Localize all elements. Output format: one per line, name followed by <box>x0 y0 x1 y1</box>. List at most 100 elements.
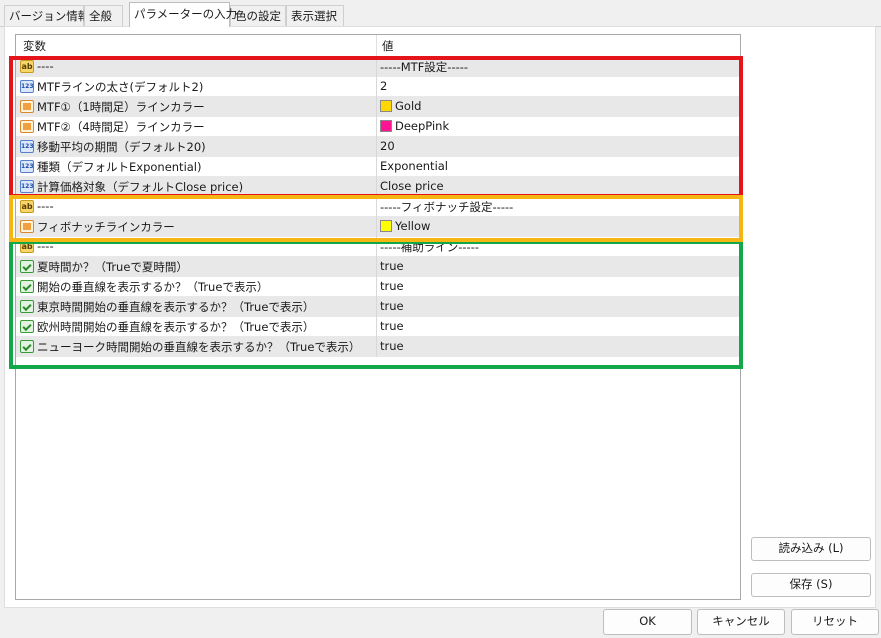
parameter-name: ---- <box>37 199 54 213</box>
column-separator[interactable] <box>376 35 377 56</box>
tab-display-select[interactable]: 表示選択 <box>286 5 344 26</box>
parameter-value[interactable]: 2 <box>380 79 387 93</box>
parameter-name: 夏時間か？（Trueで夏時間） <box>37 260 188 274</box>
parameter-value-text: true <box>380 339 404 353</box>
parameter-value-text: -----MTF設定----- <box>380 60 469 74</box>
parameter-row[interactable]: フィボナッチラインカラー Yellow <box>16 217 740 237</box>
cell-separator <box>376 97 377 117</box>
parameter-value[interactable]: Yellow <box>380 219 430 233</box>
parameter-value[interactable]: true <box>380 339 404 353</box>
parameter-row[interactable]: 123 MTFラインの太さ(デフォルト2) 2 <box>16 77 740 97</box>
cancel-button[interactable]: キャンセル <box>697 609 785 635</box>
cell-separator <box>376 297 377 317</box>
grid-header: 変数 値 <box>16 35 740 57</box>
color-swatch <box>380 100 392 112</box>
color-swatch <box>380 220 392 232</box>
boolean-type-icon <box>20 260 34 273</box>
parameter-name: 移動平均の期間（デフォルト20) <box>37 140 206 154</box>
parameter-value[interactable]: Close price <box>380 179 444 193</box>
parameter-value-text: true <box>380 279 404 293</box>
cell-separator <box>376 57 377 77</box>
parameter-name: MTFラインの太さ(デフォルト2) <box>37 80 204 94</box>
parameter-value-text: true <box>380 259 404 273</box>
cell-separator <box>376 257 377 277</box>
tab-input-parameters[interactable]: パラメーターの入力 <box>129 2 237 27</box>
boolean-type-icon <box>20 280 34 293</box>
cell-separator <box>376 277 377 297</box>
parameter-value-text: 2 <box>380 79 388 93</box>
parameter-row[interactable]: ab ---- -----補助ライン----- <box>16 237 740 257</box>
parameter-value-text: Yellow <box>395 219 431 233</box>
column-header-variable[interactable]: 変数 <box>23 38 46 54</box>
parameter-value[interactable]: -----補助ライン----- <box>380 239 479 255</box>
parameter-row[interactable]: ab ---- -----MTF設定----- <box>16 57 740 77</box>
cell-separator <box>376 317 377 337</box>
parameter-value-text: Exponential <box>380 159 449 173</box>
cell-separator <box>376 217 377 237</box>
parameter-value[interactable]: -----MTF設定----- <box>380 59 468 75</box>
tab-general[interactable]: 全般 <box>84 5 123 26</box>
parameter-value[interactable]: true <box>380 259 404 273</box>
ok-button[interactable]: OK <box>603 609 692 635</box>
parameter-name: MTF②（4時間足）ラインカラー <box>37 120 205 134</box>
parameter-value[interactable]: 20 <box>380 139 395 153</box>
color-swatch <box>380 120 392 132</box>
parameter-row[interactable]: ab ---- -----フィボナッチ設定----- <box>16 197 740 217</box>
parameter-value-text: true <box>380 299 404 313</box>
cell-separator <box>376 77 377 97</box>
parameter-row[interactable]: 123 移動平均の期間（デフォルト20) 20 <box>16 137 740 157</box>
tab-color-settings[interactable]: 色の設定 <box>230 5 286 26</box>
cell-separator <box>376 237 377 257</box>
parameter-value-text: true <box>380 319 404 333</box>
parameter-value-text: 20 <box>380 139 395 153</box>
reset-button[interactable]: リセット <box>791 609 879 635</box>
parameter-grid: 変数 値 ab ---- -----MTF設定----- 123 MTFラインの太さ(デ… <box>15 34 741 600</box>
parameter-name: ---- <box>37 239 54 253</box>
parameter-row[interactable]: ニューヨーク時間開始の垂直線を表示するか？（Trueで表示） true <box>16 337 740 357</box>
cell-separator <box>376 137 377 157</box>
parameter-row[interactable]: 欧州時間開始の垂直線を表示するか？（Trueで表示） true <box>16 317 740 337</box>
parameter-value[interactable]: DeepPink <box>380 119 449 133</box>
color-type-icon <box>20 220 34 233</box>
numeric-type-icon: 123 <box>20 80 34 93</box>
parameter-value[interactable]: Exponential <box>380 159 448 173</box>
numeric-type-icon: 123 <box>20 160 34 173</box>
boolean-type-icon <box>20 300 34 313</box>
color-type-icon <box>20 100 34 113</box>
parameter-value[interactable]: true <box>380 319 404 333</box>
parameter-value-text: DeepPink <box>395 119 450 133</box>
cell-separator <box>376 177 377 197</box>
cell-separator <box>376 197 377 217</box>
parameter-row[interactable]: 123 種類（デフォルトExponential) Exponential <box>16 157 740 177</box>
string-type-icon: ab <box>20 200 34 213</box>
string-type-icon: ab <box>20 60 34 73</box>
parameter-name: 欧州時間開始の垂直線を表示するか？（Trueで表示） <box>37 320 315 334</box>
boolean-type-icon <box>20 320 34 333</box>
parameter-row[interactable]: 123 計算価格対象（デフォルトClose price) Close price <box>16 177 740 197</box>
parameter-value-text: Gold <box>395 99 422 113</box>
cell-separator <box>376 117 377 137</box>
parameter-row[interactable]: 東京時間開始の垂直線を表示するか？（Trueで表示） true <box>16 297 740 317</box>
parameter-row[interactable]: MTF②（4時間足）ラインカラー DeepPink <box>16 117 740 137</box>
tab-version-info[interactable]: バージョン情報 <box>4 5 89 26</box>
parameter-value-text: -----フィボナッチ設定----- <box>380 200 514 214</box>
parameter-value-text: Close price <box>380 179 444 193</box>
parameter-value[interactable]: -----フィボナッチ設定----- <box>380 199 513 215</box>
save-button[interactable]: 保存 (S) <box>751 573 871 597</box>
parameter-row[interactable]: 開始の垂直線を表示するか？（Trueで表示） true <box>16 277 740 297</box>
parameter-name: フィボナッチラインカラー <box>37 220 175 234</box>
column-header-value[interactable]: 値 <box>382 38 394 54</box>
parameter-name: 種類（デフォルトExponential) <box>37 160 202 174</box>
cell-separator <box>376 157 377 177</box>
parameter-value[interactable]: true <box>380 299 404 313</box>
parameter-value[interactable]: true <box>380 279 404 293</box>
parameter-row[interactable]: 夏時間か？（Trueで夏時間） true <box>16 257 740 277</box>
parameter-value[interactable]: Gold <box>380 99 421 113</box>
parameter-name: MTF①（1時間足）ラインカラー <box>37 100 205 114</box>
boolean-type-icon <box>20 340 34 353</box>
tab-bar: バージョン情報 全般 パラメーターの入力 色の設定 表示選択 <box>0 0 881 27</box>
load-button[interactable]: 読み込み (L) <box>751 537 871 561</box>
parameter-name: ニューヨーク時間開始の垂直線を表示するか？（Trueで表示） <box>37 340 361 354</box>
parameter-row[interactable]: MTF①（1時間足）ラインカラー Gold <box>16 97 740 117</box>
parameter-name: 開始の垂直線を表示するか？（Trueで表示） <box>37 280 269 294</box>
